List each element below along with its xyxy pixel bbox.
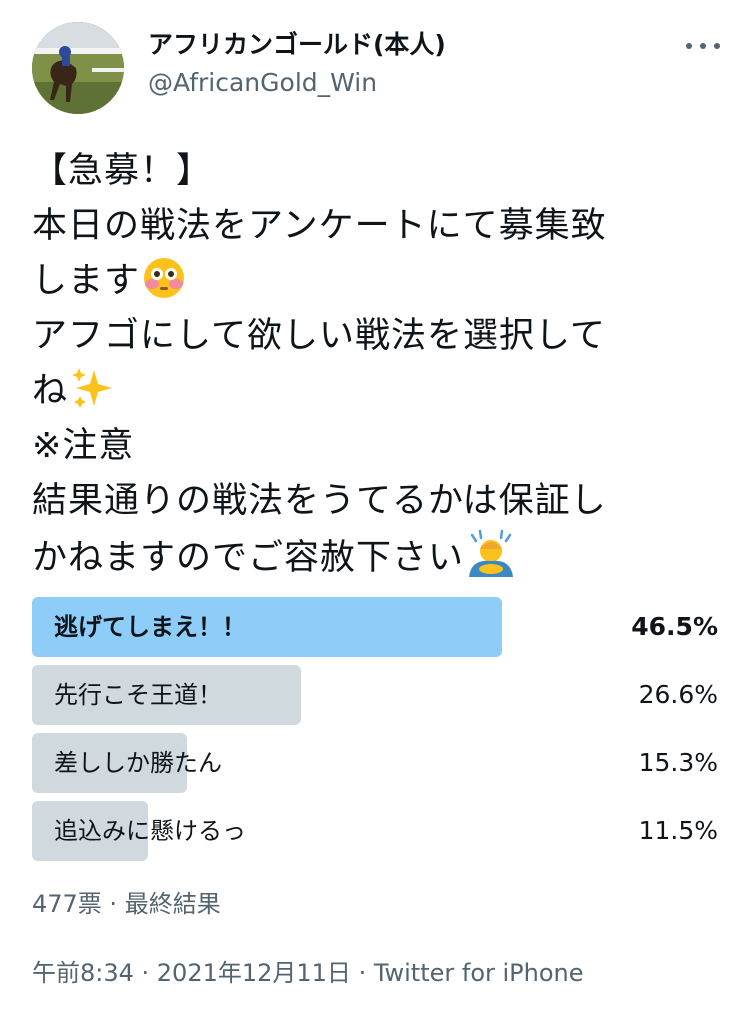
tweet-line-text: 結果通りの戦法をうてるかは保証し	[32, 481, 607, 521]
tweet-line: アフゴにして欲しい戦法を選択して	[32, 309, 722, 364]
tweet-line: ※注意	[32, 419, 722, 474]
poll-option-percent: 15.3%	[638, 748, 718, 777]
tweet-line-text: します	[32, 261, 141, 301]
handle[interactable]: @AfricanGold_Win	[148, 66, 377, 100]
tweet-line: します	[32, 254, 722, 309]
poll-option: 逃げてしまえ！！ 46.5%	[32, 597, 718, 657]
more-dot	[714, 43, 720, 49]
poll-option-percent: 46.5%	[631, 612, 718, 641]
tweet-line-text: 【急募！】	[32, 151, 213, 191]
more-dot	[686, 43, 692, 49]
poll-option: 追込みに懸けるっ 11.5%	[32, 801, 718, 861]
more-options-icon[interactable]	[686, 34, 720, 58]
poll-option-label: 逃げてしまえ！！	[54, 613, 246, 641]
poll-option-percent: 11.5%	[638, 816, 718, 845]
poll: 逃げてしまえ！！ 46.5% 先行こそ王道！ 26.6% 差ししか勝たん 15.3% 追込み…	[32, 597, 718, 869]
tweet-text: 【急募！】 本日の戦法をアンケートにて募集致 します アフゴにして欲しい戦法を選…	[32, 144, 722, 584]
person-bowing-emoji	[466, 529, 516, 594]
poll-option-label: 差ししか勝たん	[54, 749, 222, 777]
poll-option-label: 追込みに懸けるっ	[54, 817, 246, 845]
tweet-line: 結果通りの戦法をうてるかは保証し	[32, 474, 722, 529]
tweet-line: ね	[32, 364, 722, 419]
tweet-line-text: アフゴにして欲しい戦法を選択して	[32, 316, 606, 356]
poll-meta: 477票 · 最終結果	[32, 890, 221, 918]
poll-option: 差ししか勝たん 15.3%	[32, 733, 718, 793]
flushed-face-emoji	[142, 256, 186, 317]
tweet-line-text: ね	[32, 371, 69, 411]
tweet-line-text: かねますのでご容赦下さい	[32, 538, 465, 578]
tweet-line-text: ※注意	[32, 426, 135, 466]
display-name[interactable]: アフリカンゴールド(本人)	[148, 28, 446, 62]
more-dot	[700, 43, 706, 49]
poll-option-percent: 26.6%	[638, 680, 718, 709]
timestamp[interactable]: 午前8:34 · 2021年12月11日 · Twitter for iPhon…	[32, 953, 584, 988]
tweet-line: かねますのでご容赦下さい	[32, 529, 722, 584]
tweet-line: 本日の戦法をアンケートにて募集致	[32, 199, 722, 254]
poll-option-label: 先行こそ王道！	[54, 681, 222, 709]
avatar[interactable]	[32, 22, 124, 114]
poll-option: 先行こそ王道！ 26.6%	[32, 665, 718, 725]
horse-photo	[32, 22, 124, 114]
sparkles-emoji	[70, 366, 114, 427]
tweet-line-text: 本日の戦法をアンケートにて募集致	[32, 206, 607, 246]
tweet-line: 【急募！】	[32, 144, 722, 199]
